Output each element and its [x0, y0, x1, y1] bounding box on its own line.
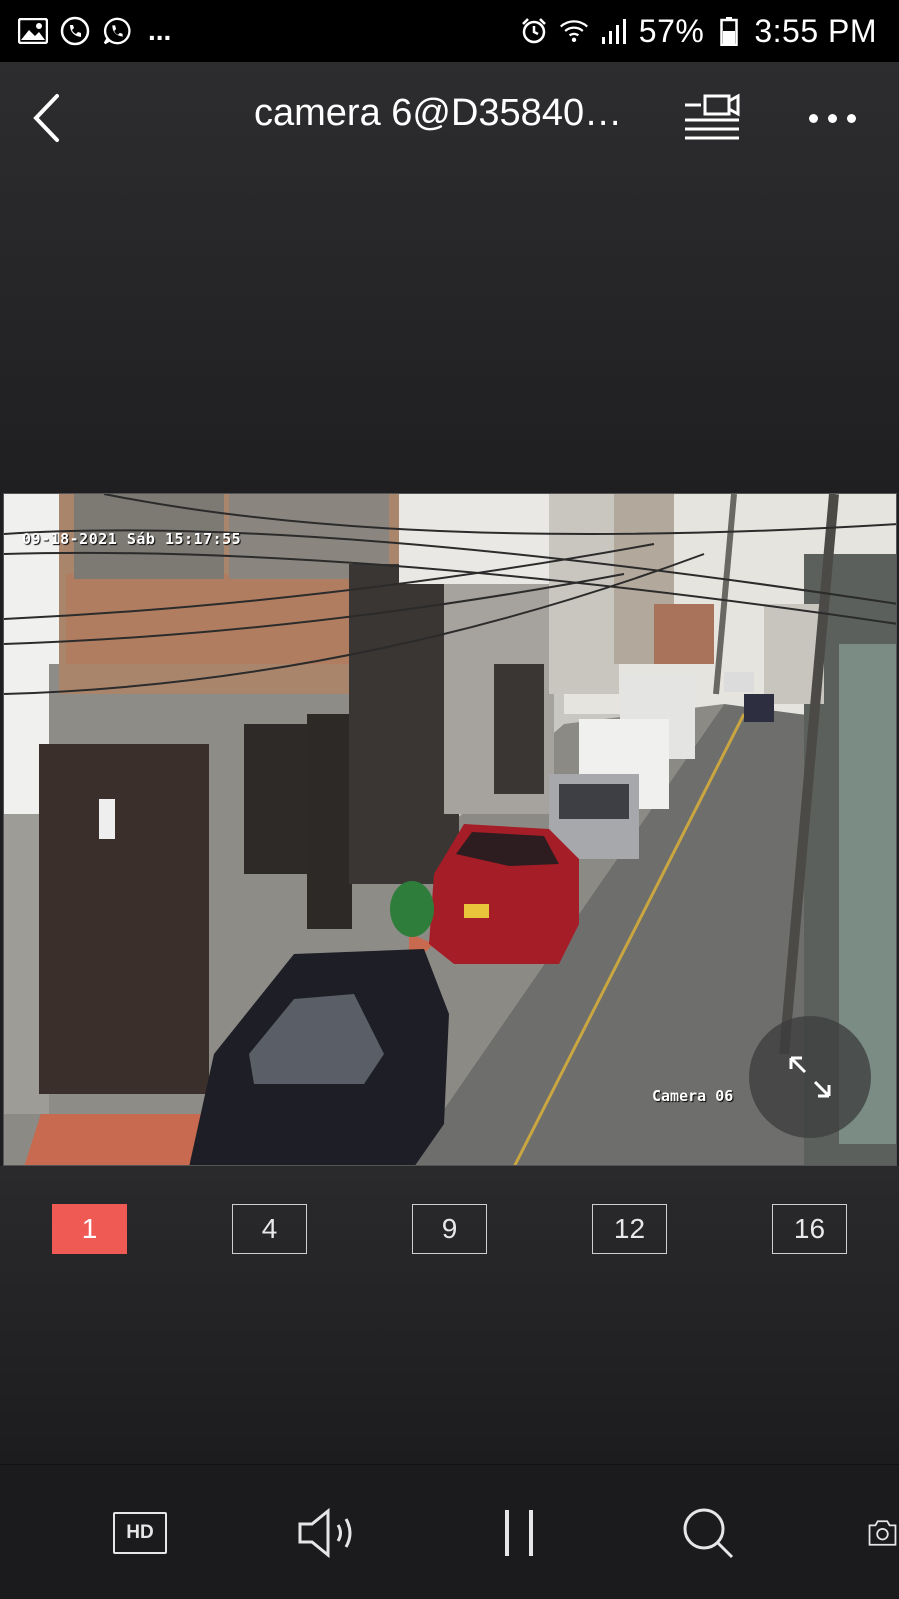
playback-toolbar: HD	[0, 1464, 899, 1599]
layout-1-button[interactable]: 1	[52, 1204, 127, 1254]
osd-timestamp: 09-18-2021 Sáb 15:17:55	[22, 530, 242, 548]
record-list-button[interactable]	[682, 90, 742, 146]
notification-overflow: ...	[148, 15, 172, 46]
osd-camera-label: Camera 06	[652, 1087, 734, 1105]
back-button[interactable]	[26, 88, 66, 148]
camera-icon	[868, 1520, 897, 1546]
layout-4-button[interactable]: 4	[232, 1204, 307, 1254]
expand-icon	[789, 1056, 831, 1098]
speaker-icon	[298, 1507, 352, 1559]
page-title: camera 6@D35840…	[254, 92, 623, 134]
pause-icon	[505, 1510, 533, 1556]
layout-12-button[interactable]: 12	[592, 1204, 667, 1254]
status-bar: ... 57% 3:55 PM	[0, 0, 899, 62]
layout-9-button[interactable]: 9	[412, 1204, 487, 1254]
signal-icon	[599, 16, 629, 46]
hd-button[interactable]: HD	[108, 1501, 172, 1565]
pause-button[interactable]	[487, 1501, 551, 1565]
live-video-view[interactable]: 09-18-2021 Sáb 15:17:55 Camera 06	[3, 493, 897, 1166]
gallery-icon	[18, 16, 48, 46]
search-icon	[683, 1508, 734, 1559]
alarm-icon	[519, 16, 549, 46]
video-record-icon	[685, 93, 740, 140]
layout-16-button[interactable]: 16	[772, 1204, 847, 1254]
battery-icon	[714, 16, 744, 46]
hd-icon: HD	[113, 1512, 167, 1554]
snapshot-button[interactable]	[866, 1501, 899, 1565]
whatsapp-icon	[102, 16, 132, 46]
chevron-left-icon	[33, 94, 59, 142]
status-left: ...	[18, 15, 171, 47]
header: camera 6@D35840…	[0, 62, 899, 174]
clock: 3:55 PM	[754, 12, 877, 49]
dot-icon	[808, 113, 818, 123]
dot-icon	[827, 113, 837, 123]
more-options-button[interactable]	[800, 98, 864, 138]
call-icon	[60, 16, 90, 46]
zoom-button[interactable]	[676, 1501, 740, 1565]
status-right: 57% 3:55 PM	[519, 13, 877, 50]
wifi-icon	[559, 16, 589, 46]
battery-percent: 57%	[638, 12, 705, 49]
audio-button[interactable]	[296, 1501, 360, 1565]
dot-icon	[846, 113, 856, 123]
fullscreen-button[interactable]	[749, 1016, 871, 1138]
